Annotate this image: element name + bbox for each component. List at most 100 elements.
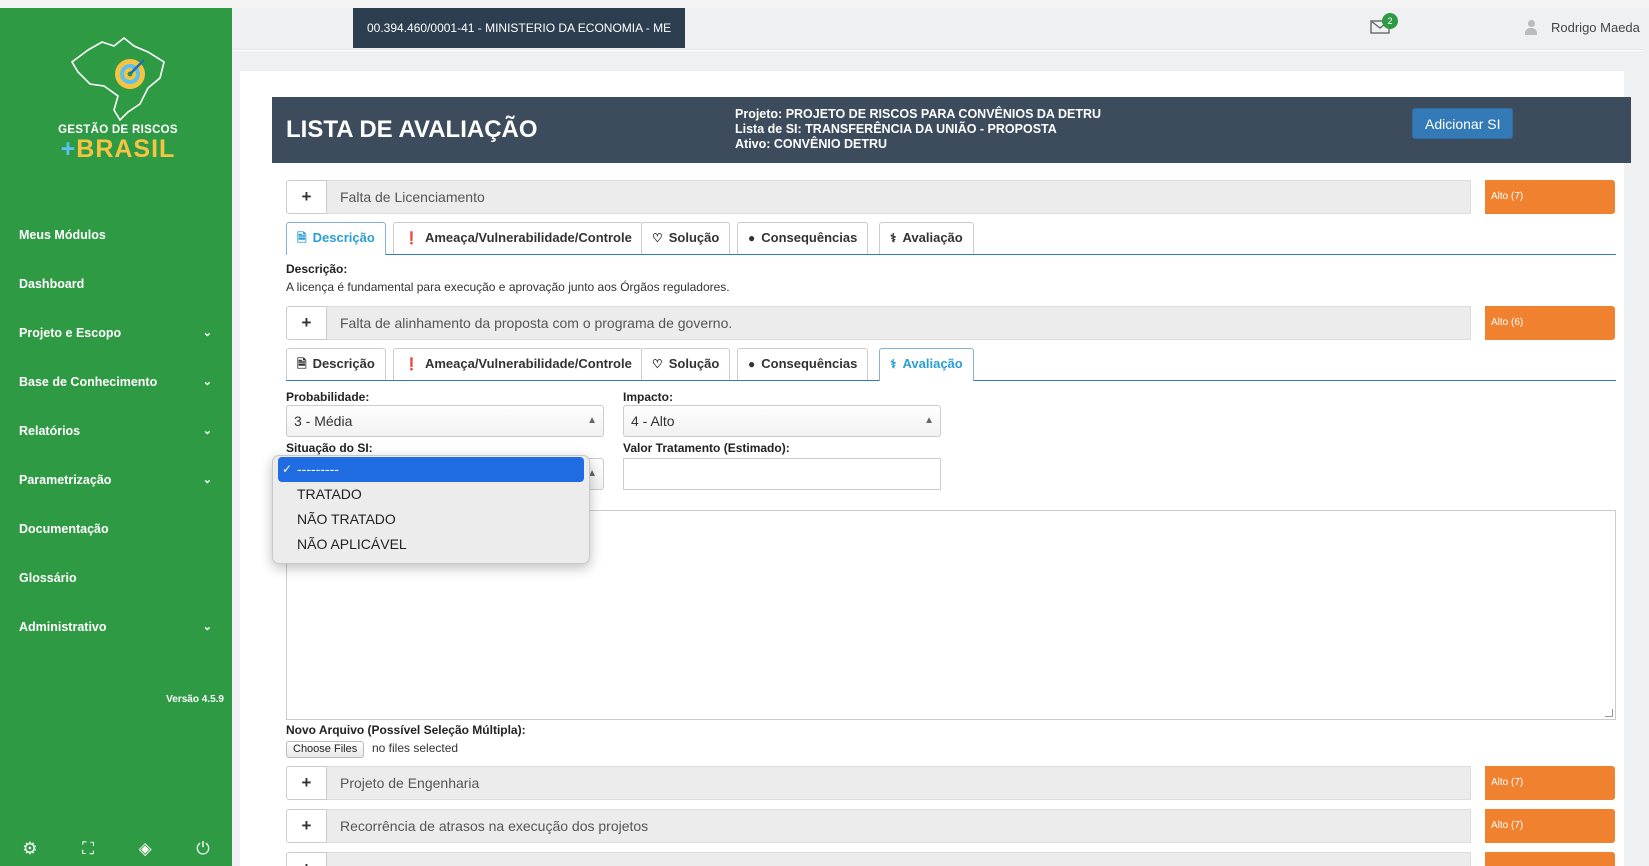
tab-ameaca[interactable]: ❗ Ameaça/Vulnerabilidade/Controle: [393, 348, 643, 380]
sidebar-item-label: Glossário: [19, 570, 77, 585]
tab-label: Avaliação: [902, 356, 963, 371]
sidebar-item-label: Documentação: [19, 521, 109, 536]
choose-files-button[interactable]: Choose Files: [286, 741, 365, 758]
expand-risk-button[interactable]: +: [286, 180, 327, 214]
user-menu[interactable]: Rodrigo Maeda: [1525, 20, 1640, 35]
situation-label: Situação do SI:: [286, 441, 373, 455]
chevron-down-icon: ⌄: [202, 376, 212, 388]
description-label: Descrição:: [286, 262, 348, 276]
tab-avaliacao[interactable]: ⚕ Avaliação: [879, 222, 974, 254]
tab-label: Solução: [668, 356, 720, 371]
tab-descricao[interactable]: 🗎 Descrição: [286, 222, 386, 255]
sidebar-item-5[interactable]: Parametrização ⌄: [0, 455, 232, 504]
sidebar-item-6[interactable]: Documentação: [0, 504, 232, 553]
expand-risk-button[interactable]: +: [286, 809, 327, 843]
add-si-button[interactable]: Adicionar SI: [1412, 108, 1514, 139]
risk-name[interactable]: [327, 852, 1471, 866]
expand-icon[interactable]: ⛶: [82, 839, 94, 859]
risk-row: + Falta de alinhamento da proposta com o…: [286, 306, 1616, 340]
exclamation-icon: ❗: [404, 231, 419, 245]
chevron-down-icon: ⌄: [202, 621, 212, 633]
top-strip: [0, 0, 1649, 8]
app-logo[interactable]: GESTÃO DE RISCOS +BRASIL: [48, 32, 188, 182]
risk-tabs: 🗎 Descrição ❗ Ameaça/Vulnerabilidade/Contr…: [286, 348, 1616, 381]
risk-name[interactable]: Falta de alinhamento da proposta com o p…: [327, 306, 1471, 340]
document-icon: 🗎: [297, 231, 307, 245]
file-label: Novo Arquivo (Possível Seleção Múltipla)…: [286, 723, 526, 737]
sidebar-item-label: Projeto e Escopo: [19, 325, 122, 340]
risk-level-badge: Alto (6): [1485, 306, 1615, 340]
risk-level-badge: Alto (7): [1485, 766, 1615, 800]
risk-row: + Recorrência de atrasos na execução dos…: [286, 809, 1616, 843]
lightbulb-icon: ♡: [652, 357, 663, 371]
bomb-icon: ●: [748, 231, 756, 245]
sidebar-item-2[interactable]: Projeto e Escopo ⌄: [0, 308, 232, 357]
logo-plus: +: [60, 135, 77, 163]
impact-label: Impacto:: [623, 390, 674, 404]
bomb-icon: ●: [748, 357, 756, 371]
tab-label: Avaliação: [902, 230, 963, 245]
probability-select[interactable]: 3 - Média ▲: [286, 405, 604, 437]
tab-ameaca[interactable]: ❗ Ameaça/Vulnerabilidade/Controle: [393, 222, 643, 254]
risk-name[interactable]: Projeto de Engenharia: [327, 766, 1471, 800]
power-icon[interactable]: ⏻: [196, 839, 209, 859]
risk-level-badge: [1485, 852, 1615, 866]
dropdown-option-label: NÃO TRATADO: [297, 511, 396, 527]
tab-solucao[interactable]: ♡ Solução: [641, 222, 731, 254]
si-list-name: Lista de SI: TRANSFERÊNCIA DA UNIÃO - PR…: [735, 122, 1057, 136]
tab-descricao[interactable]: 🗎 Descrição: [286, 348, 386, 380]
dropdown-option[interactable]: NÃO APLICÁVEL: [278, 532, 584, 557]
gear-icon[interactable]: ⚙: [22, 839, 37, 859]
scrollbar-track[interactable]: [1642, 8, 1649, 866]
tab-label: Ameaça/Vulnerabilidade/Controle: [424, 230, 632, 245]
sidebar-item-8[interactable]: Administrativo ⌄: [0, 602, 232, 651]
valor-input[interactable]: [623, 458, 941, 490]
expand-risk-button[interactable]: +: [286, 766, 327, 800]
risk-name[interactable]: Falta de Licenciamento: [327, 180, 1471, 214]
dropdown-option[interactable]: TRATADO: [278, 482, 584, 507]
risk-name[interactable]: Recorrência de atrasos na execução dos p…: [327, 809, 1471, 843]
tab-label: Descrição: [312, 230, 375, 245]
dropdown-option[interactable]: NÃO TRATADO: [278, 507, 584, 532]
tab-label: Descrição: [312, 356, 375, 371]
sidebar-item-3[interactable]: Base de Conhecimento ⌄: [0, 357, 232, 406]
tab-avaliacao[interactable]: ⚕ Avaliação: [879, 348, 974, 381]
asset-name: Ativo: CONVÊNIO DETRU: [735, 137, 888, 151]
select-arrows-icon: ▲: [587, 415, 597, 426]
sidebar-item-1[interactable]: Dashboard: [0, 259, 232, 308]
tab-label: Ameaça/Vulnerabilidade/Controle: [424, 356, 632, 371]
user-name: Rodrigo Maeda: [1551, 20, 1640, 35]
version-label: Versão 4.5.9: [166, 694, 224, 705]
expand-risk-button[interactable]: +: [286, 306, 327, 340]
tab-label: Solução: [668, 230, 720, 245]
sidebar-item-0[interactable]: Meus Módulos: [0, 210, 232, 259]
tab-label: Consequências: [761, 356, 858, 371]
risk-level-badge: Alto (7): [1485, 809, 1615, 843]
org-badge[interactable]: 00.394.460/0001-41 - MINISTERIO DA ECONO…: [353, 8, 686, 48]
sidebar-item-label: Base de Conhecimento: [19, 374, 158, 389]
tab-consequencias[interactable]: ● Consequências: [737, 348, 869, 380]
description-text: A licença é fundamental para execução e …: [286, 280, 730, 294]
risk-row: + Projeto de Engenharia Alto (7): [286, 766, 1616, 800]
sidebar-item-label: Meus Módulos: [19, 227, 106, 242]
resize-grip[interactable]: [1605, 709, 1613, 717]
logo-brasil: BRASIL: [76, 135, 176, 163]
sidebar-item-4[interactable]: Relatórios ⌄: [0, 406, 232, 455]
sidebar: GESTÃO DE RISCOS +BRASIL Meus Módulos Das…: [0, 8, 232, 866]
situation-dropdown-menu: ✓ --------- TRATADO NÃO TRATADO NÃO APLICÁVE…: [272, 455, 590, 564]
risk-row-partial: +: [286, 852, 1616, 866]
dropdown-option[interactable]: ✓ ---------: [278, 457, 584, 482]
brazil-map-logo-icon: [70, 36, 165, 122]
sidebar-item-7[interactable]: Glossário: [0, 553, 232, 602]
impact-select[interactable]: 4 - Alto ▲: [623, 405, 941, 437]
eye-off-icon[interactable]: ◈: [139, 839, 152, 859]
probability-value: 3 - Média: [294, 413, 353, 429]
tab-consequencias[interactable]: ● Consequências: [737, 222, 869, 254]
expand-risk-button[interactable]: +: [286, 852, 327, 866]
probability-label: Probabilidade:: [286, 390, 370, 404]
top-header: 00.394.460/0001-41 - MINISTERIO DA ECONO…: [232, 8, 1649, 50]
risk-row: + Falta de Licenciamento Alto (7): [286, 180, 1616, 214]
tab-solucao[interactable]: ♡ Solução: [641, 348, 731, 380]
check-icon: ✓: [282, 462, 293, 476]
project-meta: Projeto: PROJETO DE RISCOS PARA CONVÊNIO…: [735, 107, 1101, 152]
